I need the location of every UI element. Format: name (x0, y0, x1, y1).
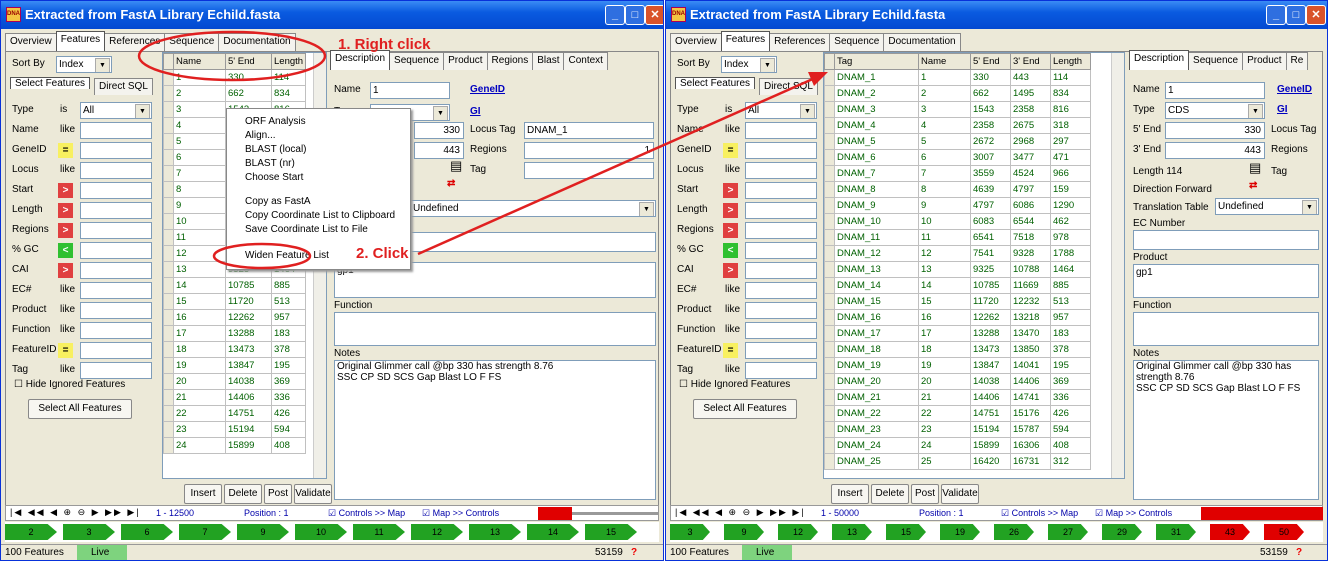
annotation-click: 2. Click (356, 245, 409, 262)
annotation-arrow-line (417, 76, 816, 256)
annotation-overlay (137, 30, 828, 270)
right-click-circle (137, 30, 327, 82)
annotation-arrowhead (808, 72, 828, 86)
click-circle (212, 242, 312, 270)
annotation-right-click: 1. Right click (338, 36, 431, 53)
